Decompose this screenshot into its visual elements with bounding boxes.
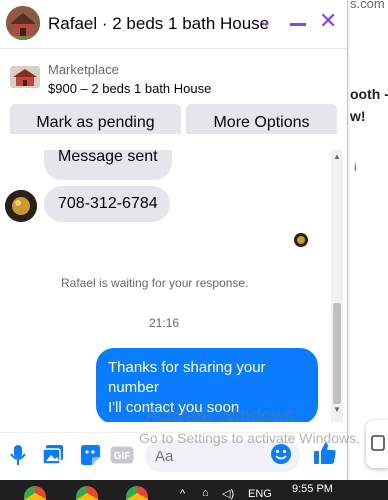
close-icon[interactable]: ✕ xyxy=(319,10,337,32)
chat-header: Rafael · 2 beds 1 bath House ⌄ ✕ xyxy=(0,0,347,49)
side-popup-button[interactable] xyxy=(366,420,388,468)
emoji-icon[interactable] xyxy=(270,443,292,465)
sticker-icon[interactable] xyxy=(79,444,101,466)
activate-windows-title: Activate Windows xyxy=(145,406,295,427)
background-text-3: i xyxy=(354,160,357,174)
message-text: Message sent xyxy=(58,148,158,165)
microphone-icon[interactable] xyxy=(10,444,26,466)
activate-windows-subtitle: Go to Settings to activate Windows. xyxy=(139,430,360,446)
background-heading-2: w! xyxy=(350,108,366,124)
language-indicator[interactable]: ENG xyxy=(248,488,272,500)
background-heading-1: ooth - xyxy=(350,86,388,102)
marketplace-label: Marketplace xyxy=(48,62,119,77)
photo-icon[interactable] xyxy=(42,444,64,466)
minimize-icon[interactable] xyxy=(290,23,306,26)
avatar[interactable] xyxy=(5,190,37,222)
message-bubble-phone[interactable]: 708-312-6784 xyxy=(44,186,170,222)
outgoing-line: Thanks for sharing your xyxy=(108,359,266,376)
volume-icon[interactable]: ◁) xyxy=(222,487,234,500)
outgoing-line: number xyxy=(108,379,159,396)
chevron-down-icon[interactable]: ⌄ xyxy=(260,13,272,30)
read-receipt-avatar xyxy=(294,233,308,247)
phone-number-text[interactable]: 708-312-6784 xyxy=(58,195,158,212)
scroll-down-icon[interactable]: ▼ xyxy=(333,405,341,414)
gif-icon[interactable]: GIF xyxy=(110,446,134,464)
svg-text:GIF: GIF xyxy=(114,451,131,462)
background-page xyxy=(347,0,388,480)
listing-title[interactable]: $900 – 2 beds 1 bath House xyxy=(48,81,211,96)
background-url-text: s.com xyxy=(350,0,385,11)
listing-thumbnail[interactable] xyxy=(10,66,40,88)
network-icon[interactable]: ⌂ xyxy=(202,487,209,499)
waiting-status: Rafael is waiting for your response. xyxy=(61,276,249,290)
avatar[interactable] xyxy=(6,6,40,40)
chat-title[interactable]: Rafael · 2 beds 1 bath House xyxy=(48,14,269,34)
header-mask xyxy=(0,134,347,150)
clock[interactable]: 9:55 PM xyxy=(292,483,333,495)
scroll-up-icon[interactable]: ▲ xyxy=(333,152,341,161)
message-timestamp: 21:16 xyxy=(149,316,180,330)
tray-chevron-icon[interactable]: ^ xyxy=(180,488,185,500)
scrollbar-thumb[interactable] xyxy=(333,303,341,404)
